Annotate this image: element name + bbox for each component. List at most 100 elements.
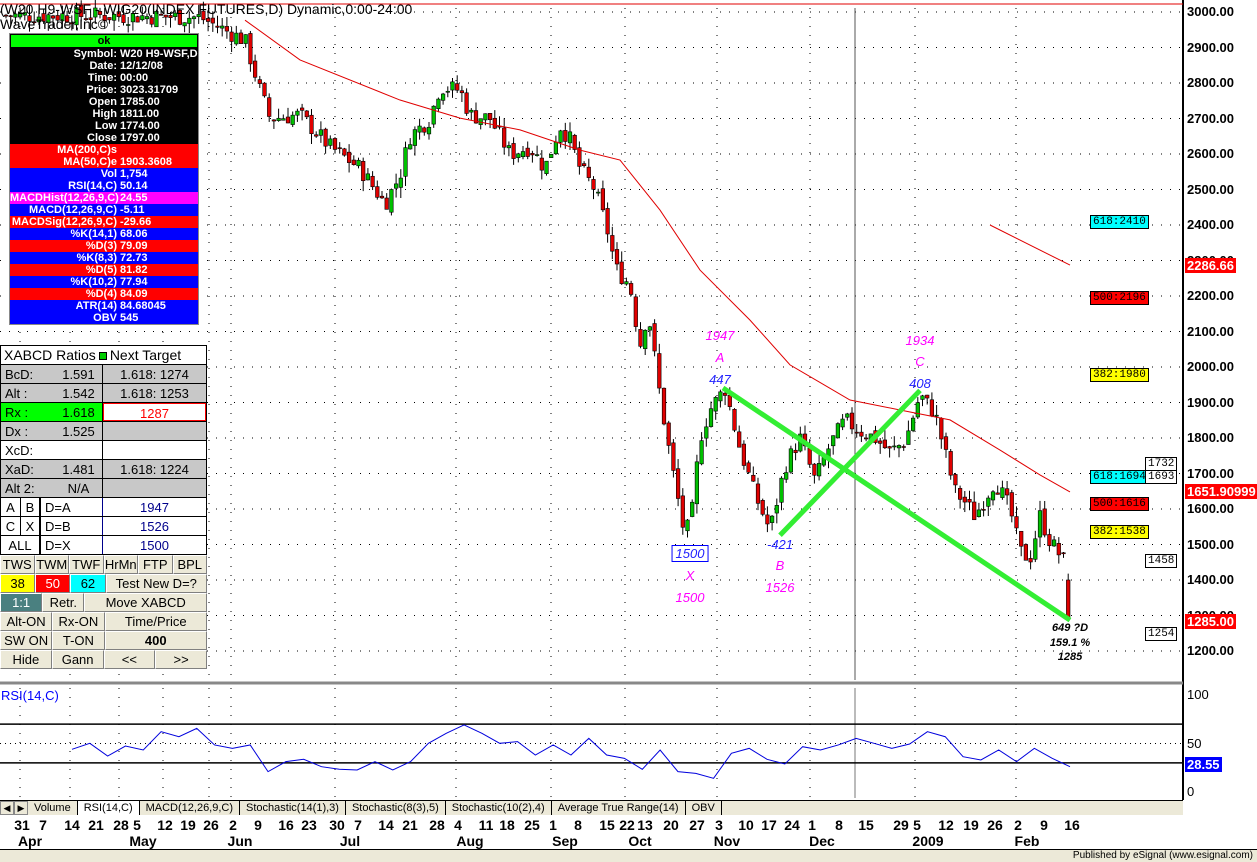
price-axis-label: 2200.00 <box>1187 288 1234 303</box>
data-window-value: 1811.00 <box>120 108 160 120</box>
candle-up <box>534 154 540 156</box>
data-window-value: 24.55 <box>120 192 148 204</box>
candle-down <box>661 387 667 425</box>
candle-down <box>732 409 737 431</box>
candle-up <box>779 477 784 503</box>
price-axis-label: 2700.00 <box>1187 110 1234 126</box>
d-equals-label: D=X <box>41 536 103 554</box>
tab-volume[interactable]: Volume <box>28 801 78 815</box>
hide-button[interactable]: Hide <box>0 650 52 669</box>
pattern-annotation-a-label: A <box>715 350 725 365</box>
date-tick-label: 2 <box>1014 817 1022 833</box>
point-button-a[interactable]: A <box>1 498 21 516</box>
candle-down <box>967 499 972 503</box>
point-button-c[interactable]: C <box>1 517 21 535</box>
gann-button[interactable]: Gann <box>51 650 104 669</box>
date-tick-label: 7 <box>39 817 47 833</box>
price-axis-label: 1200.00 <box>1187 643 1234 658</box>
candle-down <box>375 186 380 198</box>
candle-down <box>511 143 516 159</box>
candle-down <box>943 436 949 450</box>
candle-down <box>727 395 732 407</box>
data-window-value <box>120 144 198 156</box>
candle-down <box>633 296 638 327</box>
rx-on-button[interactable]: Rx-ON <box>52 612 105 631</box>
xabcd-point-row: A B D=A 1947 <box>1 498 206 517</box>
candle-up <box>976 509 981 517</box>
50-button[interactable]: 50 <box>35 574 71 593</box>
pattern-annotation-b-bars: -421 <box>766 537 794 552</box>
rsi-axis-label: 50 <box>1187 735 1202 751</box>
candle-down <box>929 399 934 417</box>
d-equals-value: 1947 <box>140 500 169 515</box>
xabcd-ratio-cell: Dx : 1.525 <box>1 422 103 440</box>
candle-down <box>657 353 662 389</box>
candle-up <box>544 160 549 174</box>
candle-up <box>1037 510 1043 538</box>
tab-macd[interactable]: MACD(12,26,9,C) <box>140 801 241 815</box>
tab-stochastic[interactable]: Stochastic(14(1),3) <box>240 801 346 815</box>
candle-down <box>887 446 892 449</box>
tws-button[interactable]: TWS <box>0 555 35 574</box>
ratio-value: 1.525 <box>62 424 95 439</box>
bpl-button[interactable]: BPL <box>172 555 207 574</box>
candle-down <box>652 323 657 352</box>
tab-average-true-range[interactable]: Average True Range(14) <box>552 801 686 815</box>
button-row: 1:1Retr. ONMove XABCD <box>0 593 207 627</box>
candle-down <box>530 153 535 156</box>
twm-button[interactable]: TWM <box>34 555 69 574</box>
---button[interactable]: >> <box>155 650 207 669</box>
scroll-right-icon[interactable]: ▶ <box>14 801 28 815</box>
tab-obv[interactable]: OBV <box>686 801 722 815</box>
data-window-row: Date: 12/12/08 <box>10 60 198 72</box>
candle-up <box>426 126 432 135</box>
price-axis-label: 2500.00 <box>1187 181 1234 197</box>
scroll-left-icon[interactable]: ◀ <box>0 801 14 815</box>
xabcd-row: Dx : 1.525 <box>1 422 206 441</box>
data-window-value: 545 <box>120 312 139 324</box>
point-button-x[interactable]: X <box>21 517 41 535</box>
date-tick-label: 12 <box>938 817 954 833</box>
candle-down <box>807 447 812 465</box>
ftp-button[interactable]: FTP <box>138 555 173 574</box>
38-button[interactable]: 38 <box>0 574 36 593</box>
retr--on-button[interactable]: Retr. ON <box>42 593 85 627</box>
hrmn-button[interactable]: HrMn <box>103 555 138 574</box>
date-tick-label: 5 <box>133 817 141 833</box>
tab-stochastic[interactable]: Stochastic(10(2),4) <box>446 801 552 815</box>
chart-title: (W20 H9-WSF - WIG20(INDEX FUTURES,D) Dyn… <box>0 1 413 32</box>
candle-up <box>774 505 779 514</box>
point-button-b[interactable]: B <box>21 498 41 516</box>
xabcd-row: XcD: <box>1 441 206 460</box>
date-tick-label: 28 <box>113 817 129 833</box>
data-window-row: MACDHist(12,26,9,C) 24.55 <box>10 192 198 204</box>
tab-rsi[interactable]: RSI(14,C) <box>77 801 140 815</box>
test-new-d---button[interactable]: Test New D=? <box>105 574 208 593</box>
candle-up <box>408 144 413 150</box>
1-1-button[interactable]: 1:1 <box>0 593 43 612</box>
twf-button[interactable]: TWF <box>69 555 104 574</box>
400-button[interactable]: 400 <box>104 631 207 650</box>
candle-down <box>995 492 1000 495</box>
candle-down <box>1014 516 1019 529</box>
data-window-row: MA(200,C)s <box>10 144 198 156</box>
---button[interactable]: << <box>103 650 156 669</box>
point-button-all[interactable]: ALL <box>1 536 41 554</box>
alt-on-button[interactable]: Alt-ON <box>0 612 53 631</box>
candle-down <box>271 119 277 122</box>
button-row: TWS TWM TWF HrMn FTP BPL <box>0 555 207 574</box>
tab-stochastic[interactable]: Stochastic(8(3),5) <box>346 801 446 815</box>
candle-down <box>1061 552 1066 555</box>
vendor-label: WaveTrader,Inc© <box>0 16 109 32</box>
xabcd-ratio-cell: Rx : 1.618 <box>1 403 103 421</box>
pattern-annotation-a-price: 1947 <box>705 328 735 343</box>
moving-average-line <box>244 19 1071 493</box>
sw-on-button[interactable]: SW ON <box>0 631 53 650</box>
time-price-button[interactable]: Time/Price <box>104 612 207 631</box>
move-xabcd-button[interactable]: Move XABCD <box>84 593 207 612</box>
data-window-key: Open <box>88 96 117 108</box>
62-button[interactable]: 62 <box>70 574 106 593</box>
date-tick-label: 10 <box>738 817 754 833</box>
candle-down <box>939 417 944 440</box>
t-on-button[interactable]: T-ON <box>52 631 105 650</box>
